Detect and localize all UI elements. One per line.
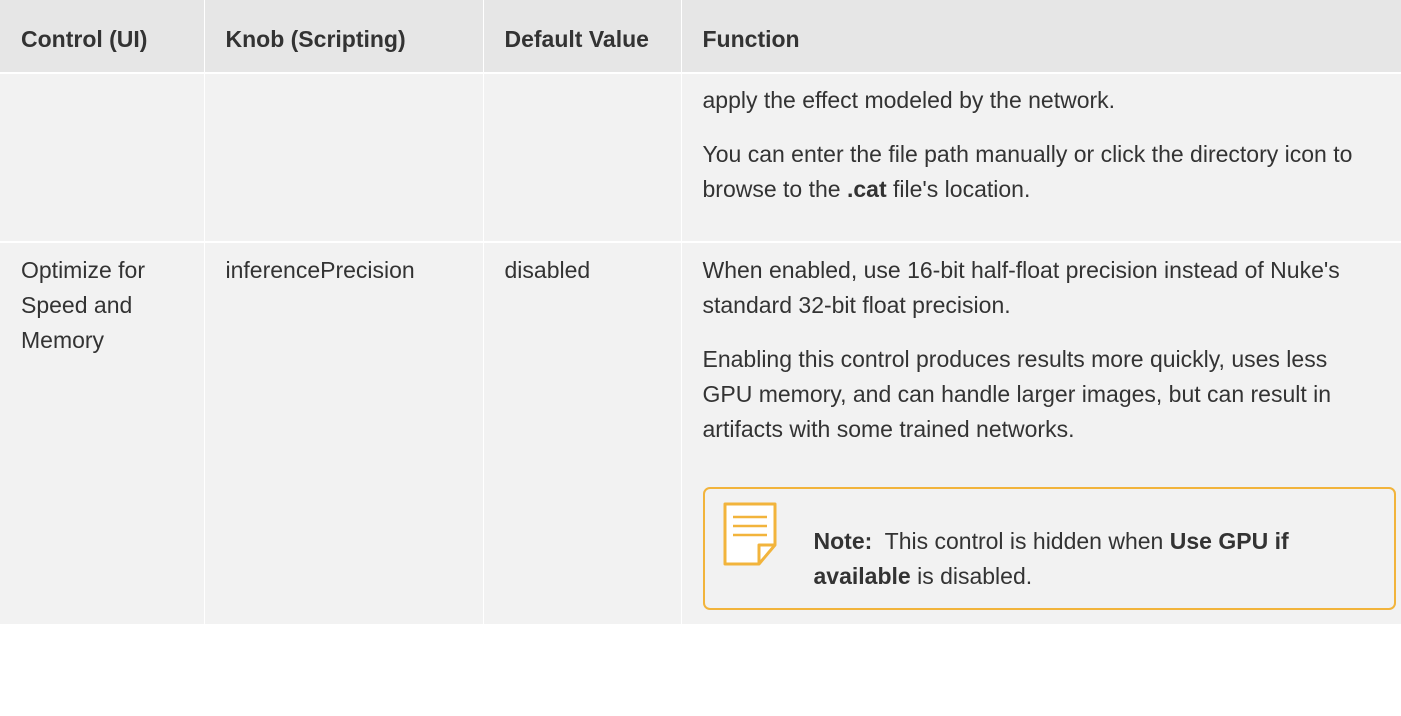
cell-knob	[204, 73, 484, 243]
cell-control	[0, 73, 205, 243]
cell-default	[483, 73, 682, 243]
header-knob: Knob (Scripting)	[204, 0, 484, 74]
table-header-row: Control (UI) Knob (Scripting) Default Va…	[0, 0, 1401, 74]
function-paragraph: Enabling this control produces results m…	[702, 346, 1332, 442]
table-row: apply the effect modeled by the network.…	[0, 73, 1401, 243]
file-extension: .cat	[846, 176, 887, 202]
cell-default: disabled	[483, 242, 682, 626]
note-label: Note:	[813, 528, 873, 554]
cell-function: apply the effect modeled by the network.…	[681, 73, 1401, 243]
note-content: Note: This control is hidden when Use GP…	[814, 528, 1289, 589]
parameters-table: Control (UI) Knob (Scripting) Default Va…	[0, 0, 1401, 626]
note-icon	[723, 502, 776, 566]
note-text: is disabled.	[910, 563, 1033, 589]
note-box: Note: This control is hidden when Use GP…	[702, 487, 1396, 610]
cell-knob: inferencePrecision	[204, 242, 484, 626]
function-paragraph: When enabled, use 16-bit half-float prec…	[702, 257, 1340, 318]
header-default-value: Default Value	[483, 0, 682, 74]
cell-function: When enabled, use 16-bit half-float prec…	[681, 242, 1401, 626]
function-paragraph: apply the effect modeled by the network.	[702, 87, 1116, 113]
note-text: This control is hidden when	[872, 528, 1170, 554]
header-control: Control (UI)	[0, 0, 205, 74]
header-function: Function	[681, 0, 1401, 74]
function-text: file's location.	[886, 176, 1031, 202]
function-paragraph: You can enter the file path manually or …	[703, 137, 1382, 207]
table-row: Optimize for Speed and Memory inferenceP…	[0, 242, 1401, 626]
cell-control: Optimize for Speed and Memory	[0, 242, 205, 626]
